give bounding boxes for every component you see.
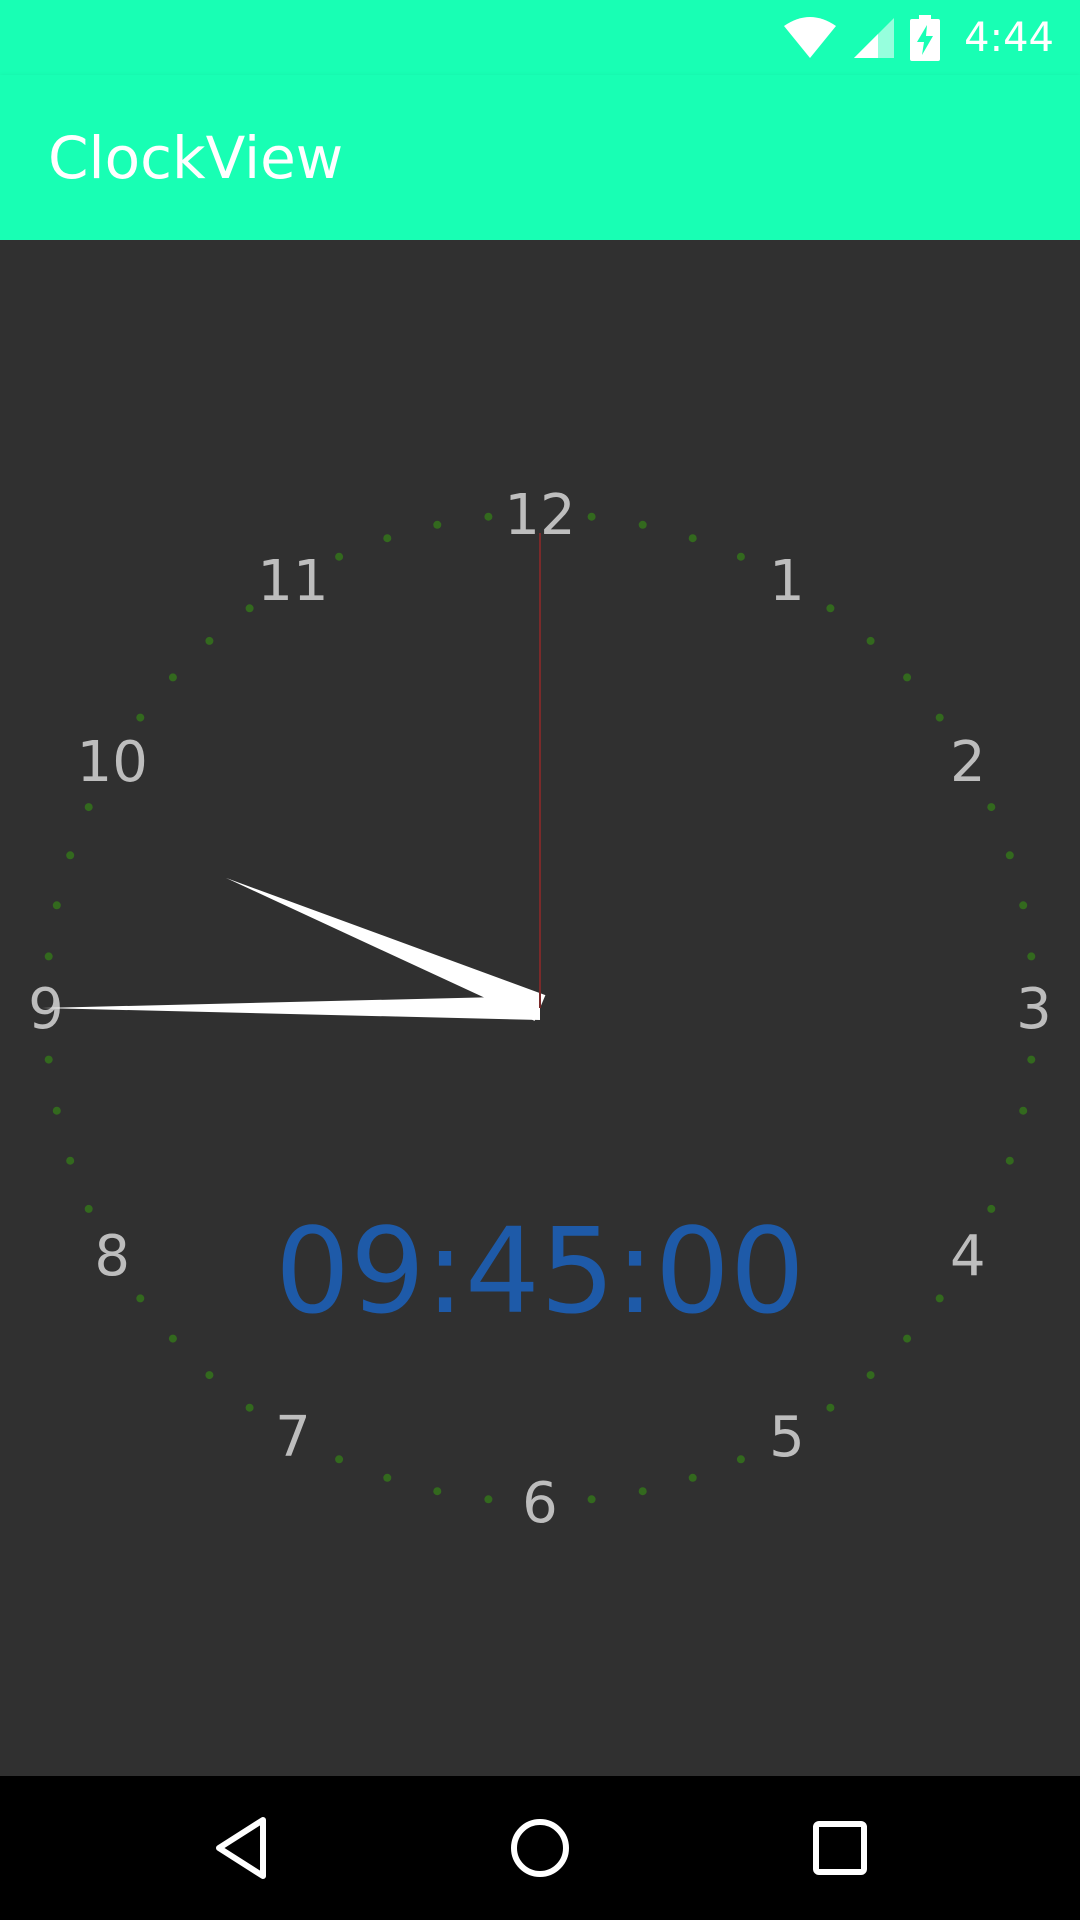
minute-tick-dot <box>84 803 93 812</box>
minute-tick-dot <box>433 520 442 529</box>
minute-tick-dot <box>484 1495 493 1504</box>
numeral-7: 7 <box>275 1405 311 1470</box>
minute-tick-dot <box>935 713 944 722</box>
back-icon[interactable] <box>205 1812 277 1884</box>
minute-tick-dot <box>1027 1055 1036 1064</box>
app-title: ClockView <box>48 124 344 192</box>
minute-tick-dot <box>205 636 214 645</box>
numeral-10: 10 <box>77 730 148 795</box>
minute-tick-dot <box>638 520 647 529</box>
numeral-2: 2 <box>950 730 986 795</box>
minute-tick-dot <box>1005 1156 1014 1165</box>
minute-tick-dot <box>587 512 596 521</box>
minute-tick-dot <box>638 1487 647 1496</box>
minute-tick-dot <box>688 534 697 543</box>
status-icons: 4:44 <box>782 14 1054 62</box>
home-icon[interactable] <box>504 1812 576 1884</box>
minute-tick-dot <box>84 1204 93 1213</box>
minute-tick-dot <box>587 1495 596 1504</box>
minute-tick-dot <box>903 673 912 682</box>
analog-clock: 121234567891011 09:45:00 <box>28 483 1052 1536</box>
minute-tick-dot <box>168 673 177 682</box>
minute-tick-dot <box>866 1371 875 1380</box>
minute-tick-dot <box>335 552 344 561</box>
navigation-bar <box>0 1776 1080 1920</box>
minute-tick-dot <box>66 1156 75 1165</box>
status-time: 4:44 <box>964 15 1054 61</box>
numeral-4: 4 <box>950 1224 986 1289</box>
numeral-8: 8 <box>94 1224 130 1289</box>
minute-tick-dot <box>245 1403 254 1412</box>
clock-view: 12 1 2 3 4 5 6 7 8 9 10 11 09:45:00 <box>0 240 1080 1776</box>
minute-tick-dot <box>1019 901 1028 910</box>
minute-tick-dot <box>484 512 493 521</box>
minute-tick-dot <box>66 851 75 860</box>
minute-tick-dot <box>44 952 53 961</box>
minute-tick-dot <box>736 1455 745 1464</box>
numeral-1: 1 <box>769 549 805 614</box>
minute-tick-dot <box>335 1455 344 1464</box>
minute-tick-dot <box>1019 1106 1028 1115</box>
minute-tick-dot <box>383 534 392 543</box>
minute-tick-dot <box>383 1473 392 1482</box>
battery-charging-icon <box>910 15 941 61</box>
minute-tick-dot <box>1005 851 1014 860</box>
minute-tick-dot <box>136 713 145 722</box>
minute-tick-dot <box>52 1106 61 1115</box>
minute-tick-dot <box>688 1473 697 1482</box>
minute-tick-dot <box>52 901 61 910</box>
minute-tick-dot <box>987 1204 996 1213</box>
recents-icon[interactable] <box>804 1812 876 1884</box>
minute-tick-dot <box>245 604 254 613</box>
minute-tick-dot <box>903 1334 912 1343</box>
minute-tick-dot <box>205 1371 214 1380</box>
minute-tick-dot <box>826 1403 835 1412</box>
minute-tick-dot <box>736 552 745 561</box>
wifi-icon <box>784 17 837 58</box>
minute-tick-dot <box>826 604 835 613</box>
numeral-9: 9 <box>28 977 64 1042</box>
cellular-signal-icon <box>854 18 895 58</box>
minute-tick-dot <box>168 1334 177 1343</box>
minute-tick-dot <box>136 1294 145 1303</box>
minute-tick-dot <box>44 1055 53 1064</box>
minute-hand <box>42 996 540 1020</box>
minute-tick-dot <box>433 1487 442 1496</box>
minute-tick-dot <box>1027 952 1036 961</box>
digital-time: 09:45:00 <box>275 1202 805 1340</box>
numeral-5: 5 <box>769 1405 805 1470</box>
minute-tick-dot <box>987 803 996 812</box>
numeral-3: 3 <box>1016 977 1052 1042</box>
numeral-11: 11 <box>257 549 328 614</box>
status-bar: 4:44 <box>0 0 1080 75</box>
app-bar: ClockView <box>0 75 1080 240</box>
minute-tick-dot <box>935 1294 944 1303</box>
hour-hand <box>225 877 546 1021</box>
minute-tick-dot <box>866 636 875 645</box>
numeral-6: 6 <box>522 1471 558 1536</box>
